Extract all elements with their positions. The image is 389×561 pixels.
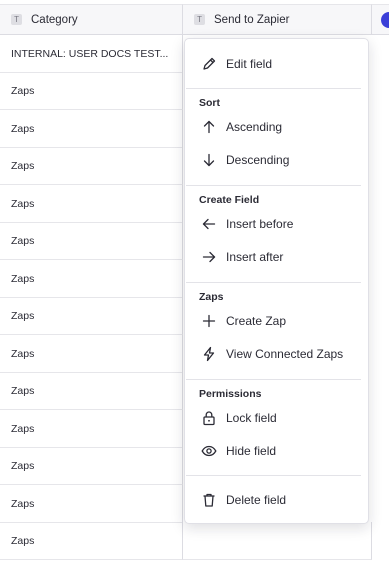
pencil-icon <box>200 55 218 73</box>
create-field-section-title: Create Field <box>199 194 260 206</box>
table-cell-category[interactable]: Zaps <box>0 222 183 260</box>
text-type-icon: T <box>194 14 205 25</box>
text-type-icon: T <box>11 14 22 25</box>
menu-item-label: Insert after <box>226 250 284 264</box>
menu-item-label: Hide field <box>226 444 277 458</box>
hide-field-menu-item[interactable]: Hide field <box>185 438 368 464</box>
eye-icon <box>200 442 218 460</box>
arrow-right-icon <box>200 248 218 266</box>
table-cell-category[interactable]: Zaps <box>0 72 183 110</box>
plus-icon <box>200 312 218 330</box>
insert-after-menu-item[interactable]: Insert after <box>185 244 368 270</box>
menu-item-label: Descending <box>226 153 290 167</box>
arrow-left-icon <box>200 215 218 233</box>
table-cell-send-to-zapier[interactable] <box>183 522 372 560</box>
table-cell-category[interactable]: Zaps <box>0 185 183 223</box>
arrow-up-icon <box>200 118 218 136</box>
delete-field-menu-item[interactable]: Delete field <box>185 487 368 513</box>
table-cell-category[interactable]: Zaps <box>0 297 183 335</box>
sort-ascending-menu-item[interactable]: Ascending <box>185 114 368 140</box>
lock-icon <box>200 409 218 427</box>
insert-before-menu-item[interactable]: Insert before <box>185 211 368 237</box>
table-cell-category[interactable]: Zaps <box>0 372 183 410</box>
sort-section-title: Sort <box>199 97 220 109</box>
column-header-label: Send to Zapier <box>214 13 290 26</box>
column-context-menu: Edit field Sort Ascending Descending Cre… <box>184 38 369 524</box>
menu-divider <box>186 475 361 476</box>
table-cell-category[interactable]: Zaps <box>0 447 183 485</box>
menu-item-label: Create Zap <box>226 314 287 328</box>
menu-item-label: Insert before <box>226 217 294 231</box>
zaps-section-title: Zaps <box>199 291 224 303</box>
arrow-down-icon <box>200 151 218 169</box>
menu-divider <box>186 379 361 380</box>
create-zap-menu-item[interactable]: Create Zap <box>185 308 368 334</box>
table-cell-category[interactable]: Zaps <box>0 147 183 185</box>
menu-item-label: Ascending <box>226 120 283 134</box>
table-cell-category[interactable]: Zaps <box>0 522 183 560</box>
edit-field-menu-item[interactable]: Edit field <box>185 51 368 77</box>
menu-item-label: Lock field <box>226 411 277 425</box>
table-cell-category[interactable]: Zaps <box>0 485 183 523</box>
menu-item-label: Edit field <box>226 57 273 71</box>
menu-divider <box>186 88 361 89</box>
trash-icon <box>200 491 218 509</box>
lock-field-menu-item[interactable]: Lock field <box>185 405 368 431</box>
sort-descending-menu-item[interactable]: Descending <box>185 147 368 173</box>
permissions-section-title: Permissions <box>199 388 262 400</box>
menu-item-label: Delete field <box>226 493 287 507</box>
table-cell-category[interactable]: Zaps <box>0 335 183 373</box>
table-cell-category[interactable]: Zaps <box>0 260 183 298</box>
column-header-category[interactable]: T Category <box>0 4 183 35</box>
table-cell-category[interactable]: INTERNAL: USER DOCS TEST... <box>0 35 183 73</box>
menu-divider <box>186 185 361 186</box>
table-cell-category[interactable]: Zaps <box>0 410 183 448</box>
column-header-label: Category <box>31 13 78 26</box>
menu-divider <box>186 282 361 283</box>
column-header-send-to-zapier[interactable]: T Send to Zapier <box>183 4 372 35</box>
table-cell-category[interactable]: Zaps <box>0 110 183 148</box>
view-connected-zaps-menu-item[interactable]: View Connected Zaps <box>185 341 368 367</box>
lightning-bolt-icon <box>200 345 218 363</box>
menu-item-label: View Connected Zaps <box>226 347 344 361</box>
